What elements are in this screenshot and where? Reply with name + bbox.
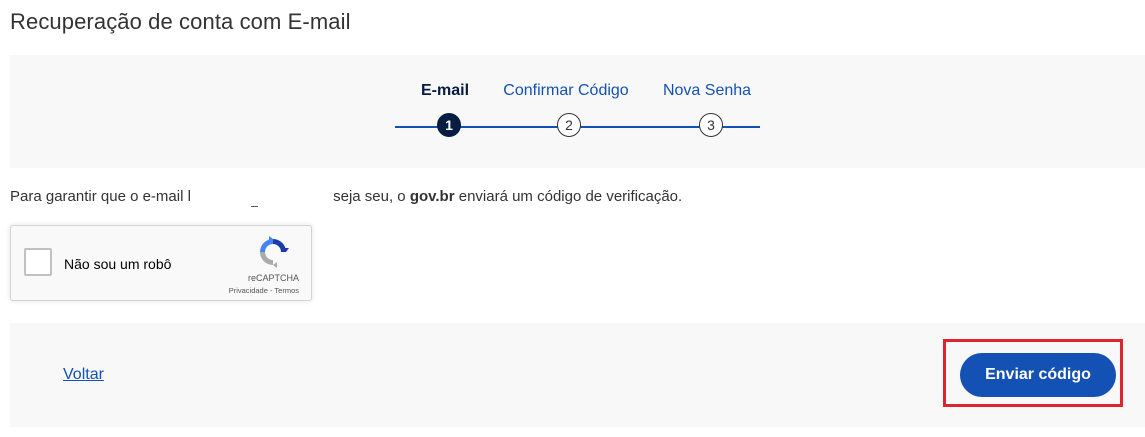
action-bar: Voltar Enviar código (10, 323, 1145, 427)
brand-name: gov.br (409, 188, 455, 205)
page-title: Recuperação de conta com E-mail (10, 9, 351, 34)
info-middle: seja seu, o (328, 188, 410, 205)
recaptcha-icon (260, 236, 289, 268)
info-prefix: Para garantir que o e-mail (10, 188, 188, 205)
verification-info-text: Para garantir que o e-mail l seja seu, o… (10, 188, 683, 208)
recaptcha-widget: Não sou um robô reCAPTCHA Privacidade - … (10, 225, 312, 301)
recaptcha-label: Não sou um robô (64, 256, 172, 272)
back-link[interactable]: Voltar (63, 366, 104, 384)
recaptcha-checkbox[interactable] (24, 248, 52, 276)
step-label-new-password[interactable]: Nova Senha (663, 82, 751, 100)
recaptcha-privacy-terms[interactable]: Privacidade - Termos (229, 286, 299, 295)
step-circle-2[interactable]: 2 (557, 113, 581, 137)
info-suffix: enviará um código de verificação. (454, 188, 683, 205)
step-label-confirm-code[interactable]: Confirmar Código (503, 82, 628, 100)
step-circle-3[interactable]: 3 (699, 113, 723, 137)
stepper: E-mail Confirmar Código Nova Senha 1 2 3 (10, 55, 1145, 168)
step-label-email[interactable]: E-mail (421, 82, 469, 100)
step-circle-1[interactable]: 1 (437, 113, 461, 137)
redacted-email (190, 191, 329, 208)
send-code-button[interactable]: Enviar código (960, 353, 1116, 397)
recaptcha-brand: reCAPTCHA (247, 273, 299, 283)
